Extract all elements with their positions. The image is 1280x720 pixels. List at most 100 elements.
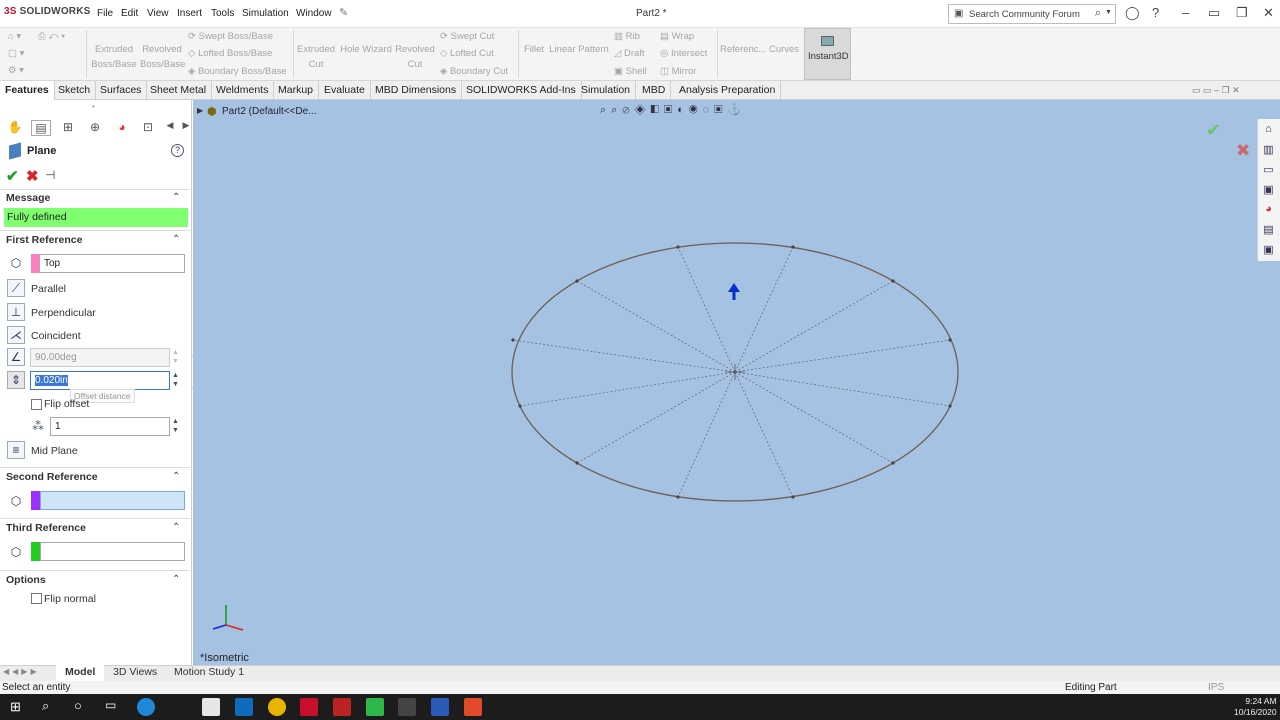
shell-button[interactable]: ▣ Shell	[614, 66, 647, 77]
close-icon[interactable]: ✕	[1263, 5, 1274, 21]
forum-icon[interactable]: ▣	[1261, 243, 1276, 258]
restore-icon[interactable]: ▭	[1208, 5, 1220, 21]
flip-offset-label[interactable]: Flip offset	[44, 398, 89, 410]
count-spinner-icon[interactable]: ▲ ▼	[172, 417, 179, 435]
system-clock[interactable]: 9:24 AM 10/16/2020	[1234, 696, 1277, 718]
perpendicular-icon[interactable]: ⊥	[7, 303, 25, 321]
dimxpert-icon[interactable]: ⊕	[85, 120, 105, 136]
plane-normal-arrow[interactable]	[728, 283, 740, 300]
parallel-icon[interactable]: ⟋	[7, 279, 25, 297]
instant3d-button[interactable]: Instant3D	[804, 28, 851, 80]
feature-manager-icon[interactable]: ✋	[5, 120, 25, 136]
tab-solidworks-addins[interactable]: SOLIDWORKS Add-Ins	[461, 81, 582, 100]
window-controls-icon[interactable]: ▭ ▭ – ❐ ✕	[1192, 85, 1240, 96]
cam-manager-icon[interactable]: ⊡	[138, 120, 158, 136]
home-icon[interactable]: ⌂	[1261, 123, 1276, 138]
draft-button[interactable]: ◿ Draft	[614, 48, 645, 59]
chrome-icon[interactable]	[268, 698, 286, 716]
revolved-cut-button[interactable]: Revolved Cut	[394, 42, 436, 72]
first-reference-header[interactable]: First Reference	[6, 234, 82, 246]
revolved-boss-button[interactable]: Revolved Boss/Base	[140, 42, 185, 72]
angle-spinner-icon[interactable]: ▲ ▼	[172, 348, 179, 366]
mid-plane-option[interactable]: Mid Plane	[31, 445, 78, 457]
third-reference-header[interactable]: Third Reference	[6, 522, 86, 534]
custom-properties-icon[interactable]: ▤	[1261, 223, 1276, 238]
new-icon[interactable]: ⌂ ▾	[8, 31, 21, 42]
outlook-icon[interactable]	[235, 698, 253, 716]
hole-wizard-button[interactable]: Hole Wizard	[338, 42, 394, 57]
solidworks-logo[interactable]: 3S SOLIDWORKS	[4, 6, 91, 17]
view-palette-icon[interactable]: ▣	[1261, 183, 1276, 198]
tab-markup[interactable]: Markup	[273, 81, 320, 100]
coincident-option[interactable]: Coincident	[31, 330, 81, 342]
help-icon[interactable]: ?	[171, 144, 184, 157]
collapse-handle-icon[interactable]: •	[92, 102, 95, 111]
pin-icon[interactable]: ✎	[339, 6, 348, 19]
rib-button[interactable]: ▥ Rib	[614, 31, 640, 42]
offset-distance-field[interactable]: 0.020in	[30, 371, 170, 390]
recorder-icon[interactable]	[464, 698, 482, 716]
chevron-up-icon[interactable]: ⌃	[172, 574, 180, 585]
tab-mbd-dimensions[interactable]: MBD Dimensions	[370, 81, 463, 100]
flip-offset-checkbox[interactable]	[31, 399, 42, 410]
camera-icon[interactable]	[398, 698, 416, 716]
first-reference-field[interactable]: Top	[39, 254, 185, 273]
message-header[interactable]: Message	[6, 192, 50, 204]
extruded-cut-button[interactable]: Extruded Cut	[296, 42, 336, 72]
linear-pattern-button[interactable]: Linear Pattern	[548, 42, 610, 57]
chevron-up-icon[interactable]: ⌃	[172, 471, 180, 482]
lofted-cut-button[interactable]: ◇ Lofted Cut	[440, 48, 494, 59]
file-explorer-icon[interactable]: ▭	[1261, 163, 1276, 178]
menu-window[interactable]: Window	[296, 8, 332, 19]
flip-normal-checkbox[interactable]	[31, 593, 42, 604]
fillet-button[interactable]: Fillet	[520, 42, 548, 57]
tab-weldments[interactable]: Weldments	[211, 81, 275, 100]
tab-mbd[interactable]: MBD	[637, 81, 672, 100]
third-reference-field[interactable]	[40, 542, 185, 561]
swept-boss-button[interactable]: ⟳ Swept Boss/Base	[188, 31, 273, 42]
menu-file[interactable]: File	[97, 8, 113, 19]
second-reference-header[interactable]: Second Reference	[6, 471, 98, 483]
second-reference-field[interactable]	[40, 491, 185, 510]
tab-scroll-icon[interactable]: ◀◀▶▶	[3, 667, 40, 676]
extruded-boss-button[interactable]: Extruded Boss/Base	[90, 42, 138, 72]
cortana-icon[interactable]: ○	[74, 698, 82, 713]
chevron-up-icon[interactable]: ⌃	[172, 192, 180, 203]
angle-icon[interactable]: ∠	[7, 348, 25, 366]
edge-icon[interactable]	[137, 698, 155, 716]
tab-surfaces[interactable]: Surfaces	[95, 81, 148, 100]
reference-geometry-button[interactable]: Referenc...	[720, 42, 766, 57]
search-icon[interactable]: ⌕	[42, 698, 49, 714]
mirror-button[interactable]: ◫ Mirror	[660, 66, 696, 77]
sketch-canvas[interactable]	[193, 100, 1280, 665]
menu-edit[interactable]: Edit	[121, 8, 138, 19]
pushpin-icon[interactable]: ⊣	[45, 168, 55, 182]
minimize-icon[interactable]: –	[1182, 5, 1189, 20]
menu-simulation[interactable]: Simulation	[242, 8, 289, 19]
task-view-icon[interactable]: ▭	[105, 698, 116, 712]
boundary-cut-button[interactable]: ◈ Boundary Cut	[440, 66, 508, 77]
tab-motion-study[interactable]: Motion Study 1	[165, 665, 253, 681]
tab-model[interactable]: Model	[56, 665, 105, 681]
camtasia-icon[interactable]	[366, 698, 384, 716]
instance-count-field[interactable]: 1	[50, 417, 170, 436]
coincident-icon[interactable]: ⋌	[7, 326, 25, 344]
swept-cut-button[interactable]: ⟳ Swept Cut	[440, 31, 494, 42]
perpendicular-option[interactable]: Perpendicular	[31, 307, 96, 319]
tab-features[interactable]: Features	[0, 81, 55, 100]
intersect-button[interactable]: ◎ Intersect	[660, 48, 707, 59]
word-icon[interactable]	[431, 698, 449, 716]
design-library-icon[interactable]: ▥	[1261, 143, 1276, 158]
search-icon[interactable]: ⌕	[1095, 7, 1101, 20]
tab-sheet-metal[interactable]: Sheet Metal	[145, 81, 213, 100]
menu-insert[interactable]: Insert	[177, 8, 202, 19]
print-icon[interactable]: ⎙ ↶ ▾	[38, 31, 65, 42]
angle-field[interactable]: 90.00deg	[30, 348, 170, 367]
configuration-manager-icon[interactable]: ⊞	[58, 120, 78, 136]
chevron-down-icon[interactable]: ▼	[1105, 9, 1112, 16]
help-icon[interactable]: ?	[1152, 5, 1159, 20]
windows-start-icon[interactable]: ⊞	[10, 699, 21, 715]
user-icon[interactable]: ◯	[1125, 5, 1140, 21]
solidworks-taskbar-icon[interactable]	[300, 698, 318, 716]
store-icon[interactable]	[202, 698, 220, 716]
